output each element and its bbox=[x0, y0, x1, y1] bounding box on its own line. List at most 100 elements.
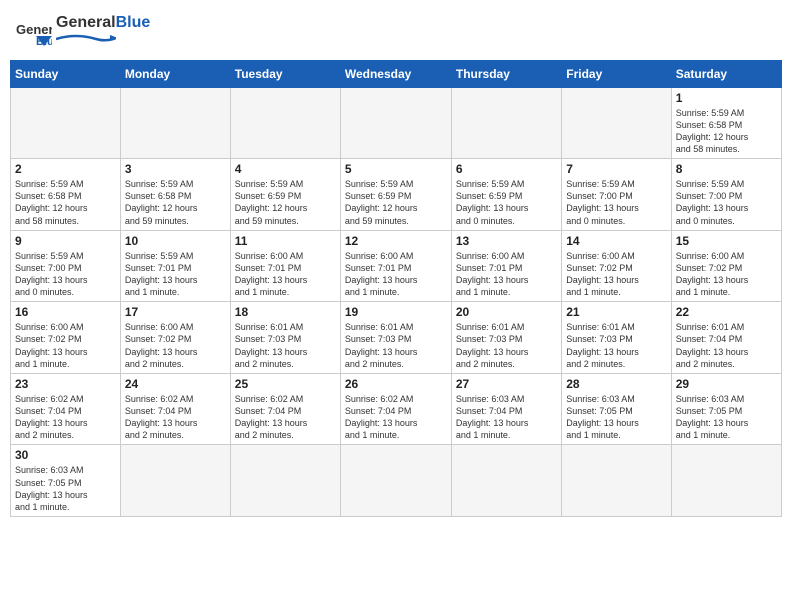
logo-swoosh bbox=[56, 33, 116, 45]
week-row-3: 9 Sunrise: 5:59 AM Sunset: 7:00 PM Daylig… bbox=[11, 230, 782, 302]
col-header-friday: Friday bbox=[562, 60, 671, 87]
day-info: Sunrise: 6:01 AM Sunset: 7:04 PM Dayligh… bbox=[676, 321, 777, 370]
day-number: 23 bbox=[15, 377, 116, 391]
day-info: Sunrise: 5:59 AM Sunset: 7:00 PM Dayligh… bbox=[676, 178, 777, 227]
day-cell bbox=[230, 445, 340, 517]
day-info: Sunrise: 6:00 AM Sunset: 7:02 PM Dayligh… bbox=[566, 250, 666, 299]
day-cell: 29 Sunrise: 6:03 AM Sunset: 7:05 PM Dayli… bbox=[671, 373, 781, 445]
day-info: Sunrise: 5:59 AM Sunset: 7:01 PM Dayligh… bbox=[125, 250, 226, 299]
day-cell: 25 Sunrise: 6:02 AM Sunset: 7:04 PM Dayli… bbox=[230, 373, 340, 445]
day-info: Sunrise: 6:03 AM Sunset: 7:05 PM Dayligh… bbox=[676, 393, 777, 442]
day-number: 27 bbox=[456, 377, 557, 391]
calendar-table: SundayMondayTuesdayWednesdayThursdayFrid… bbox=[10, 60, 782, 517]
day-number: 16 bbox=[15, 305, 116, 319]
col-header-tuesday: Tuesday bbox=[230, 60, 340, 87]
day-number: 25 bbox=[235, 377, 336, 391]
day-cell: 4Sunrise: 5:59 AM Sunset: 6:59 PM Daylig… bbox=[230, 159, 340, 231]
day-cell: 1 Sunrise: 5:59 AM Sunset: 6:58 PM Daylig… bbox=[671, 87, 781, 159]
day-cell: 10 Sunrise: 5:59 AM Sunset: 7:01 PM Dayli… bbox=[120, 230, 230, 302]
day-cell bbox=[451, 87, 561, 159]
day-cell: 18 Sunrise: 6:01 AM Sunset: 7:03 PM Dayli… bbox=[230, 302, 340, 374]
day-number: 4 bbox=[235, 162, 336, 176]
day-info: Sunrise: 6:01 AM Sunset: 7:03 PM Dayligh… bbox=[345, 321, 447, 370]
col-header-saturday: Saturday bbox=[671, 60, 781, 87]
week-row-6: 30 Sunrise: 6:03 AM Sunset: 7:05 PM Dayli… bbox=[11, 445, 782, 517]
day-number: 17 bbox=[125, 305, 226, 319]
day-cell: 5Sunrise: 5:59 AM Sunset: 6:59 PM Daylig… bbox=[340, 159, 451, 231]
day-number: 3 bbox=[125, 162, 226, 176]
day-info: Sunrise: 6:00 AM Sunset: 7:02 PM Dayligh… bbox=[676, 250, 777, 299]
day-number: 24 bbox=[125, 377, 226, 391]
day-number: 20 bbox=[456, 305, 557, 319]
day-cell: 30 Sunrise: 6:03 AM Sunset: 7:05 PM Dayli… bbox=[11, 445, 121, 517]
day-cell: 14Sunrise: 6:00 AM Sunset: 7:02 PM Dayli… bbox=[562, 230, 671, 302]
day-info: Sunrise: 6:02 AM Sunset: 7:04 PM Dayligh… bbox=[15, 393, 116, 442]
day-number: 22 bbox=[676, 305, 777, 319]
day-number: 10 bbox=[125, 234, 226, 248]
day-info: Sunrise: 6:03 AM Sunset: 7:04 PM Dayligh… bbox=[456, 393, 557, 442]
day-cell: 19 Sunrise: 6:01 AM Sunset: 7:03 PM Dayli… bbox=[340, 302, 451, 374]
day-info: Sunrise: 5:59 AM Sunset: 6:58 PM Dayligh… bbox=[15, 178, 116, 227]
day-number: 8 bbox=[676, 162, 777, 176]
day-number: 9 bbox=[15, 234, 116, 248]
day-number: 30 bbox=[15, 448, 116, 462]
day-info: Sunrise: 6:01 AM Sunset: 7:03 PM Dayligh… bbox=[235, 321, 336, 370]
logo-general: General bbox=[56, 14, 116, 31]
day-cell: 26 Sunrise: 6:02 AM Sunset: 7:04 PM Dayli… bbox=[340, 373, 451, 445]
day-cell bbox=[562, 87, 671, 159]
day-cell: 21 Sunrise: 6:01 AM Sunset: 7:03 PM Dayli… bbox=[562, 302, 671, 374]
day-info: Sunrise: 5:59 AM Sunset: 6:58 PM Dayligh… bbox=[676, 107, 777, 156]
day-info: Sunrise: 5:59 AM Sunset: 6:58 PM Dayligh… bbox=[125, 178, 226, 227]
day-cell: 6 Sunrise: 5:59 AM Sunset: 6:59 PM Daylig… bbox=[451, 159, 561, 231]
week-row-2: 2Sunrise: 5:59 AM Sunset: 6:58 PM Daylig… bbox=[11, 159, 782, 231]
day-info: Sunrise: 6:00 AM Sunset: 7:02 PM Dayligh… bbox=[15, 321, 116, 370]
day-cell: 7Sunrise: 5:59 AM Sunset: 7:00 PM Daylig… bbox=[562, 159, 671, 231]
day-number: 15 bbox=[676, 234, 777, 248]
day-cell: 17Sunrise: 6:00 AM Sunset: 7:02 PM Dayli… bbox=[120, 302, 230, 374]
day-cell: 24Sunrise: 6:02 AM Sunset: 7:04 PM Dayli… bbox=[120, 373, 230, 445]
day-info: Sunrise: 6:03 AM Sunset: 7:05 PM Dayligh… bbox=[15, 464, 116, 513]
day-cell bbox=[340, 445, 451, 517]
day-cell: 9 Sunrise: 5:59 AM Sunset: 7:00 PM Daylig… bbox=[11, 230, 121, 302]
day-info: Sunrise: 6:02 AM Sunset: 7:04 PM Dayligh… bbox=[345, 393, 447, 442]
day-info: Sunrise: 6:02 AM Sunset: 7:04 PM Dayligh… bbox=[235, 393, 336, 442]
day-number: 18 bbox=[235, 305, 336, 319]
day-number: 6 bbox=[456, 162, 557, 176]
day-info: Sunrise: 5:59 AM Sunset: 7:00 PM Dayligh… bbox=[566, 178, 666, 227]
day-cell bbox=[11, 87, 121, 159]
day-info: Sunrise: 6:01 AM Sunset: 7:03 PM Dayligh… bbox=[456, 321, 557, 370]
logo: General Blue GeneralBlue bbox=[16, 14, 150, 50]
week-row-5: 23 Sunrise: 6:02 AM Sunset: 7:04 PM Dayli… bbox=[11, 373, 782, 445]
day-cell: 22 Sunrise: 6:01 AM Sunset: 7:04 PM Dayli… bbox=[671, 302, 781, 374]
logo-icon: General Blue bbox=[16, 18, 52, 46]
day-info: Sunrise: 6:00 AM Sunset: 7:01 PM Dayligh… bbox=[235, 250, 336, 299]
day-cell: 13Sunrise: 6:00 AM Sunset: 7:01 PM Dayli… bbox=[451, 230, 561, 302]
page-header: General Blue GeneralBlue bbox=[10, 10, 782, 54]
day-cell bbox=[340, 87, 451, 159]
day-info: Sunrise: 6:00 AM Sunset: 7:01 PM Dayligh… bbox=[345, 250, 447, 299]
day-number: 29 bbox=[676, 377, 777, 391]
col-header-monday: Monday bbox=[120, 60, 230, 87]
day-info: Sunrise: 5:59 AM Sunset: 6:59 PM Dayligh… bbox=[456, 178, 557, 227]
day-number: 28 bbox=[566, 377, 666, 391]
svg-text:Blue: Blue bbox=[36, 36, 52, 46]
svg-text:General: General bbox=[16, 22, 52, 37]
day-info: Sunrise: 6:01 AM Sunset: 7:03 PM Dayligh… bbox=[566, 321, 666, 370]
logo-blue: Blue bbox=[116, 14, 151, 31]
day-cell bbox=[120, 445, 230, 517]
week-row-1: 1 Sunrise: 5:59 AM Sunset: 6:58 PM Daylig… bbox=[11, 87, 782, 159]
day-number: 12 bbox=[345, 234, 447, 248]
day-number: 26 bbox=[345, 377, 447, 391]
day-cell: 11Sunrise: 6:00 AM Sunset: 7:01 PM Dayli… bbox=[230, 230, 340, 302]
col-header-wednesday: Wednesday bbox=[340, 60, 451, 87]
day-cell: 12 Sunrise: 6:00 AM Sunset: 7:01 PM Dayli… bbox=[340, 230, 451, 302]
day-number: 5 bbox=[345, 162, 447, 176]
col-header-sunday: Sunday bbox=[11, 60, 121, 87]
day-cell: 28Sunrise: 6:03 AM Sunset: 7:05 PM Dayli… bbox=[562, 373, 671, 445]
day-number: 19 bbox=[345, 305, 447, 319]
day-info: Sunrise: 5:59 AM Sunset: 7:00 PM Dayligh… bbox=[15, 250, 116, 299]
day-number: 1 bbox=[676, 91, 777, 105]
day-info: Sunrise: 6:00 AM Sunset: 7:01 PM Dayligh… bbox=[456, 250, 557, 299]
day-number: 21 bbox=[566, 305, 666, 319]
day-cell bbox=[562, 445, 671, 517]
